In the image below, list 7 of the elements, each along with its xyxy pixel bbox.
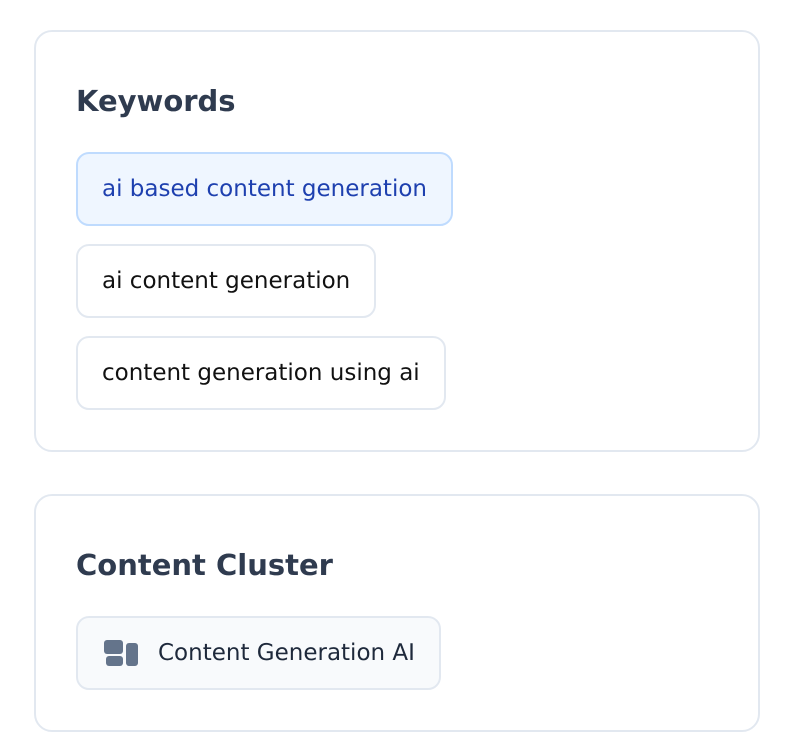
section-title: Keywords bbox=[76, 83, 237, 119]
keyword-chip[interactable]: ai based content generation bbox=[76, 152, 453, 226]
layout-grid-icon bbox=[104, 640, 138, 666]
cluster-chip[interactable]: Content Generation AI bbox=[76, 616, 441, 690]
section-title: Content Cluster bbox=[76, 547, 334, 583]
keyword-chip[interactable]: content generation using ai bbox=[76, 336, 446, 410]
keyword-chip[interactable]: ai content generation bbox=[76, 244, 376, 318]
